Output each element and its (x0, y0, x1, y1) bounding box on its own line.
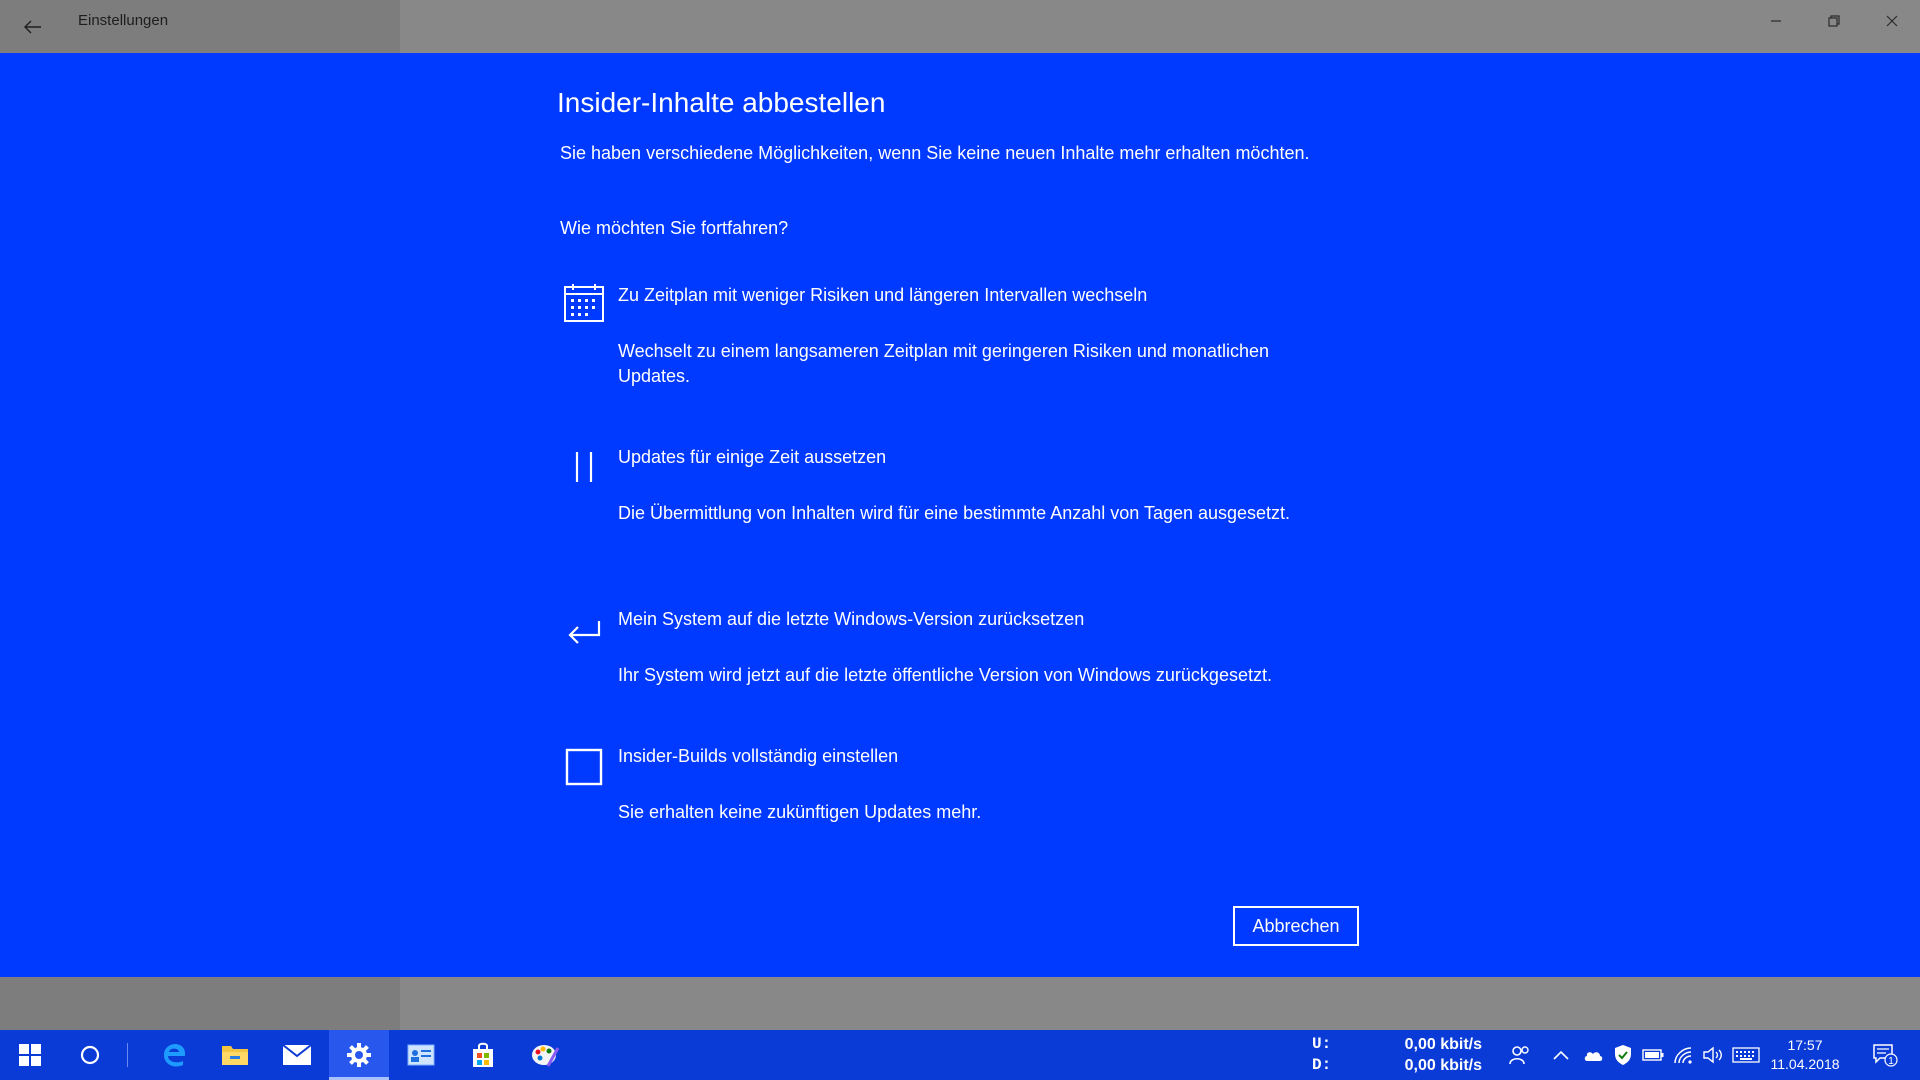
option-slower-schedule[interactable]: Zu Zeitplan mit weniger Risiken und läng… (558, 283, 1338, 403)
store-button[interactable] (453, 1030, 513, 1080)
clock[interactable]: 17:57 11.04.2018 (1765, 1036, 1845, 1074)
settings-button[interactable] (329, 1030, 389, 1080)
mail-button[interactable] (267, 1030, 327, 1080)
dialog-question: Wie möchten Sie fortfahren? (560, 218, 789, 238)
download-label: D: (1312, 1056, 1332, 1074)
taskbar: U: D: 0,00 kbit/s 0,00 kbit/s 17:57 11.0… (0, 1030, 1920, 1080)
window-title: Einstellungen (78, 12, 169, 29)
notification-count: 1 (1888, 1056, 1894, 1067)
option-rollback[interactable]: Mein System auf die letzte Windows-Versi… (558, 607, 1338, 707)
notification-icon: 1 (1873, 1044, 1898, 1067)
edge-button[interactable] (144, 1030, 204, 1080)
calendar-icon (558, 283, 610, 335)
settings-icon (347, 1043, 371, 1067)
option-title: Zu Zeitplan mit weniger Risiken und läng… (618, 285, 1148, 305)
contact-card-icon (407, 1044, 435, 1066)
download-value: 0,00 kbit/s (1404, 1057, 1482, 1074)
pause-icon (558, 445, 610, 497)
minimize-button[interactable] (1748, 0, 1804, 42)
onedrive-tray[interactable] (1578, 1030, 1608, 1080)
clock-time: 17:57 (1787, 1037, 1823, 1053)
taskbar-separator (127, 1043, 128, 1067)
action-center-button[interactable]: 1 (1862, 1030, 1908, 1080)
contact-card-button[interactable] (391, 1030, 451, 1080)
start-button[interactable] (0, 1030, 60, 1080)
speaker-icon (1703, 1046, 1722, 1064)
paint-button[interactable] (515, 1030, 575, 1080)
back-arrow-icon (24, 20, 41, 34)
nav-pane-bottom (0, 977, 400, 1030)
option-description: Wechselt zu einem langsameren Zeitplan m… (618, 341, 1270, 386)
edge-icon (164, 1044, 185, 1067)
store-icon (473, 1042, 493, 1067)
option-stop-insider-builds[interactable]: Insider-Builds vollständig einstellen Si… (558, 744, 1338, 844)
option-description: Ihr System wird jetzt auf die letzte öff… (618, 665, 1272, 685)
app-bottom-area (0, 977, 1920, 1030)
option-description: Sie erhalten keine zukünftigen Updates m… (618, 802, 982, 822)
shield-icon (1615, 1045, 1631, 1065)
people-icon (1509, 1046, 1529, 1065)
option-pause-updates[interactable]: Updates für einige Zeit aussetzen Die Üb… (558, 445, 1338, 565)
unsubscribe-dialog: Insider-Inhalte abbestellen Sie haben ve… (0, 53, 1920, 977)
restore-button[interactable] (1806, 0, 1862, 42)
show-hidden-icons-button[interactable] (1545, 1030, 1577, 1080)
wifi-icon (1674, 1047, 1692, 1064)
battery-icon (1642, 1049, 1664, 1061)
title-bar-nav-pane (0, 0, 400, 53)
option-title: Insider-Builds vollständig einstellen (618, 746, 899, 766)
upload-value: 0,00 kbit/s (1404, 1036, 1482, 1053)
minimize-icon (1771, 20, 1781, 22)
chevron-up-icon (1553, 1050, 1569, 1060)
clock-date: 11.04.2018 (1770, 1056, 1840, 1072)
option-description: Die Übermittlung von Inhalten wird für e… (618, 503, 1291, 523)
file-explorer-icon (222, 1046, 248, 1065)
option-title: Mein System auf die letzte Windows-Versi… (618, 609, 1085, 629)
keyboard-icon (1732, 1047, 1760, 1063)
close-button[interactable] (1864, 0, 1920, 42)
net-speed-values: 0,00 kbit/s 0,00 kbit/s (1386, 1034, 1482, 1076)
people-button[interactable] (1502, 1030, 1538, 1080)
net-speed-labels: U: D: (1312, 1034, 1331, 1076)
paint-icon (532, 1045, 560, 1067)
dialog-intro-text: Sie haben verschiedene Möglichkeiten, we… (560, 143, 1310, 163)
option-title: Updates für einige Zeit aussetzen (618, 447, 887, 467)
back-button[interactable] (14, 8, 52, 46)
close-icon (1886, 15, 1898, 27)
upload-label: U: (1312, 1035, 1332, 1053)
file-explorer-button[interactable] (205, 1030, 265, 1080)
volume-tray[interactable] (1698, 1030, 1728, 1080)
stop-square-icon (558, 744, 610, 796)
cancel-button[interactable]: Abbrechen (1233, 906, 1359, 946)
defender-tray[interactable] (1608, 1030, 1638, 1080)
battery-tray[interactable] (1638, 1030, 1668, 1080)
wifi-tray[interactable] (1668, 1030, 1698, 1080)
start-icon (19, 1044, 41, 1066)
title-bar: Einstellungen (0, 0, 1920, 53)
cortana-button[interactable] (60, 1030, 120, 1080)
dialog-title: Insider-Inhalte abbestellen (557, 87, 886, 118)
cortana-icon (80, 1045, 100, 1065)
mail-icon (282, 1044, 312, 1065)
onedrive-icon (1584, 1052, 1603, 1061)
touch-keyboard-tray[interactable] (1728, 1030, 1764, 1080)
restore-icon (1828, 15, 1840, 27)
return-arrow-icon (558, 607, 610, 659)
